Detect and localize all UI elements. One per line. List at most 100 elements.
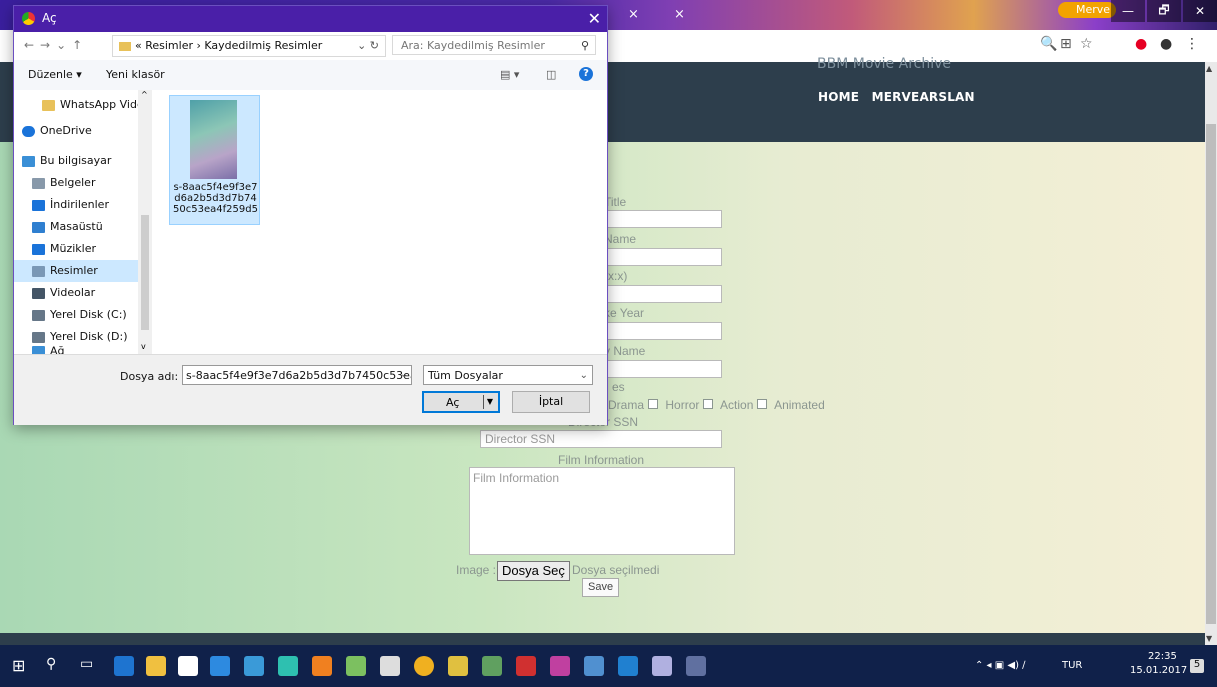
choose-file-button[interactable]: Dosya Seç	[497, 561, 570, 581]
app-icon[interactable]	[346, 656, 366, 676]
help-icon[interactable]: ?	[579, 67, 593, 81]
nav-item[interactable]: Yerel Disk (D:)	[14, 326, 152, 348]
nav-item[interactable]: Bu bilgisayar	[14, 150, 146, 172]
tab-close-icon[interactable]: ×	[674, 7, 685, 22]
name-label: Name	[604, 232, 637, 246]
scrollbar-thumb[interactable]	[1206, 124, 1216, 624]
nav-item[interactable]: Yerel Disk (C:)	[14, 304, 152, 326]
director-ssn-input[interactable]	[480, 430, 722, 448]
edge-icon[interactable]	[114, 656, 134, 676]
genre-checkbox[interactable]	[757, 399, 768, 409]
site-nav: HOME MERVEARSLAN	[818, 90, 983, 104]
app-icon[interactable]	[244, 656, 264, 676]
profile-button[interactable]: Merve	[1058, 2, 1117, 18]
nav-item[interactable]: Resimler	[14, 260, 138, 282]
view-options-icon[interactable]: ▤ ▾	[500, 68, 519, 81]
scroll-up-icon[interactable]: ^	[141, 90, 148, 99]
cancel-button[interactable]: İptal	[512, 391, 590, 413]
nav-item[interactable]: İndirilenler	[14, 194, 152, 216]
tab-close-icon[interactable]: ×	[628, 7, 639, 22]
open-split-arrow-icon[interactable]: ▼	[483, 395, 496, 409]
shield-icon[interactable]: ●	[1160, 36, 1172, 52]
firefox-icon[interactable]	[312, 656, 332, 676]
file-tile[interactable]: s-8aac5f4e9f3e7d6a2b5d3d7b7450c53ea4f259…	[169, 95, 260, 225]
app-icon[interactable]	[652, 656, 672, 676]
nav-item-label: Bu bilgisayar	[40, 154, 112, 167]
company-label: y Name	[604, 344, 646, 358]
search-icon[interactable]: ⚲	[46, 656, 66, 676]
file-explorer-icon[interactable]	[146, 656, 166, 676]
music-icon	[32, 243, 45, 255]
nav-pane-scrollbar[interactable]: ^ v	[138, 90, 152, 354]
preview-pane-icon[interactable]: ◫	[546, 68, 556, 81]
nav-item[interactable]: Masaüstü	[14, 216, 152, 238]
organize-button[interactable]: Düzenle ▾	[28, 68, 82, 81]
start-icon[interactable]: ⊞	[12, 656, 32, 676]
app-icon[interactable]	[584, 656, 604, 676]
genre-checkbox[interactable]	[648, 399, 659, 409]
nav-home-link[interactable]: HOME	[818, 90, 859, 104]
tray-icons[interactable]: ⌃ ◂ ▣ ◀) ∕	[975, 660, 1026, 671]
app-icon[interactable]	[380, 656, 400, 676]
filename-input[interactable]: s-8aac5f4e9f3e7d6a2b5d3d7b7450c53ea4f259	[182, 365, 412, 385]
scroll-down-icon[interactable]: ▼	[1206, 634, 1212, 643]
filetype-value: Tüm Dosyalar	[428, 369, 503, 382]
nav-item-label: İndirilenler	[50, 198, 109, 211]
scroll-down-icon[interactable]: v	[141, 342, 146, 351]
open-button[interactable]: Aç ▼	[422, 391, 500, 413]
film-information-textarea[interactable]	[469, 467, 735, 555]
app-icon[interactable]	[618, 656, 638, 676]
nav-item[interactable]: Ağ	[14, 346, 152, 354]
task-view-icon[interactable]: ▭	[80, 656, 100, 676]
nav-item[interactable]: WhatsApp Videc	[14, 94, 152, 116]
language-indicator[interactable]: TUR	[1062, 660, 1082, 671]
close-button[interactable]: ✕	[1183, 0, 1217, 22]
clock-date[interactable]: 15.01.2017	[1130, 665, 1187, 676]
dialog-file-pane: s-8aac5f4e9f3e7d6a2b5d3d7b7450c53ea4f259…	[152, 90, 607, 354]
scrollbar-thumb[interactable]	[141, 215, 149, 330]
app-icon[interactable]	[550, 656, 570, 676]
translate-icon[interactable]: ⊞	[1060, 36, 1072, 52]
nav-item[interactable]: OneDrive	[14, 120, 146, 142]
zoom-icon[interactable]: 🔍	[1040, 36, 1057, 52]
nav-item[interactable]: Belgeler	[14, 172, 152, 194]
scroll-up-icon[interactable]: ▲	[1206, 64, 1212, 73]
nav-item[interactable]: Müzikler	[14, 238, 152, 260]
dialog-bottom-row: Dosya adı: s-8aac5f4e9f3e7d6a2b5d3d7b745…	[14, 354, 607, 425]
genre-label: Drama	[608, 398, 645, 412]
menu-icon[interactable]: ⋮	[1185, 36, 1199, 52]
maximize-button[interactable]: 🗗	[1147, 0, 1181, 22]
store-icon[interactable]	[178, 656, 198, 676]
notification-count[interactable]: 5	[1190, 659, 1204, 673]
dialog-search[interactable]: Ara: Kaydedilmiş Resimler ⚲	[392, 35, 596, 55]
breadcrumb[interactable]: « Resimler › Kaydedilmiş Resimler ⌄ ↻	[112, 35, 386, 57]
site-footer	[0, 633, 1205, 645]
chrome-icon[interactable]	[414, 656, 434, 676]
app-icon[interactable]	[210, 656, 230, 676]
app-icon[interactable]	[448, 656, 468, 676]
dialog-search-placeholder: Ara: Kaydedilmiş Resimler	[401, 39, 545, 52]
clock-time[interactable]: 22:35	[1148, 651, 1177, 662]
filetype-select[interactable]: Tüm Dosyalar ⌄	[423, 365, 593, 385]
app-icon[interactable]	[482, 656, 502, 676]
dialog-nav-arrows[interactable]: ←→⌄↑	[24, 38, 88, 52]
nav-item-label: Yerel Disk (C:)	[50, 308, 127, 321]
minimize-button[interactable]: —	[1111, 0, 1145, 22]
save-button[interactable]: Save	[582, 578, 620, 597]
videos-icon	[32, 287, 45, 299]
app-icon[interactable]	[686, 656, 706, 676]
genre-checkbox[interactable]	[703, 399, 714, 409]
bookmark-star-icon[interactable]: ☆	[1080, 36, 1093, 52]
chevron-down-icon[interactable]: ⌄	[400, 369, 408, 380]
refresh-icon[interactable]: ⌄ ↻	[357, 36, 379, 56]
page-scrollbar[interactable]: ▲ ▼	[1205, 62, 1217, 645]
new-folder-button[interactable]: Yeni klasör	[106, 68, 165, 81]
genres-checkboxes: Drama Horror Action Animated	[608, 398, 825, 412]
pinterest-icon[interactable]: ●	[1135, 36, 1147, 52]
dialog-close-icon[interactable]: ✕	[588, 9, 601, 28]
nav-user-link[interactable]: MERVEARSLAN	[872, 90, 975, 104]
app-icon[interactable]	[278, 656, 298, 676]
nav-item[interactable]: Videolar	[14, 282, 152, 304]
filename-value: s-8aac5f4e9f3e7d6a2b5d3d7b7450c53ea4f259	[186, 369, 411, 382]
pdf-icon[interactable]	[516, 656, 536, 676]
